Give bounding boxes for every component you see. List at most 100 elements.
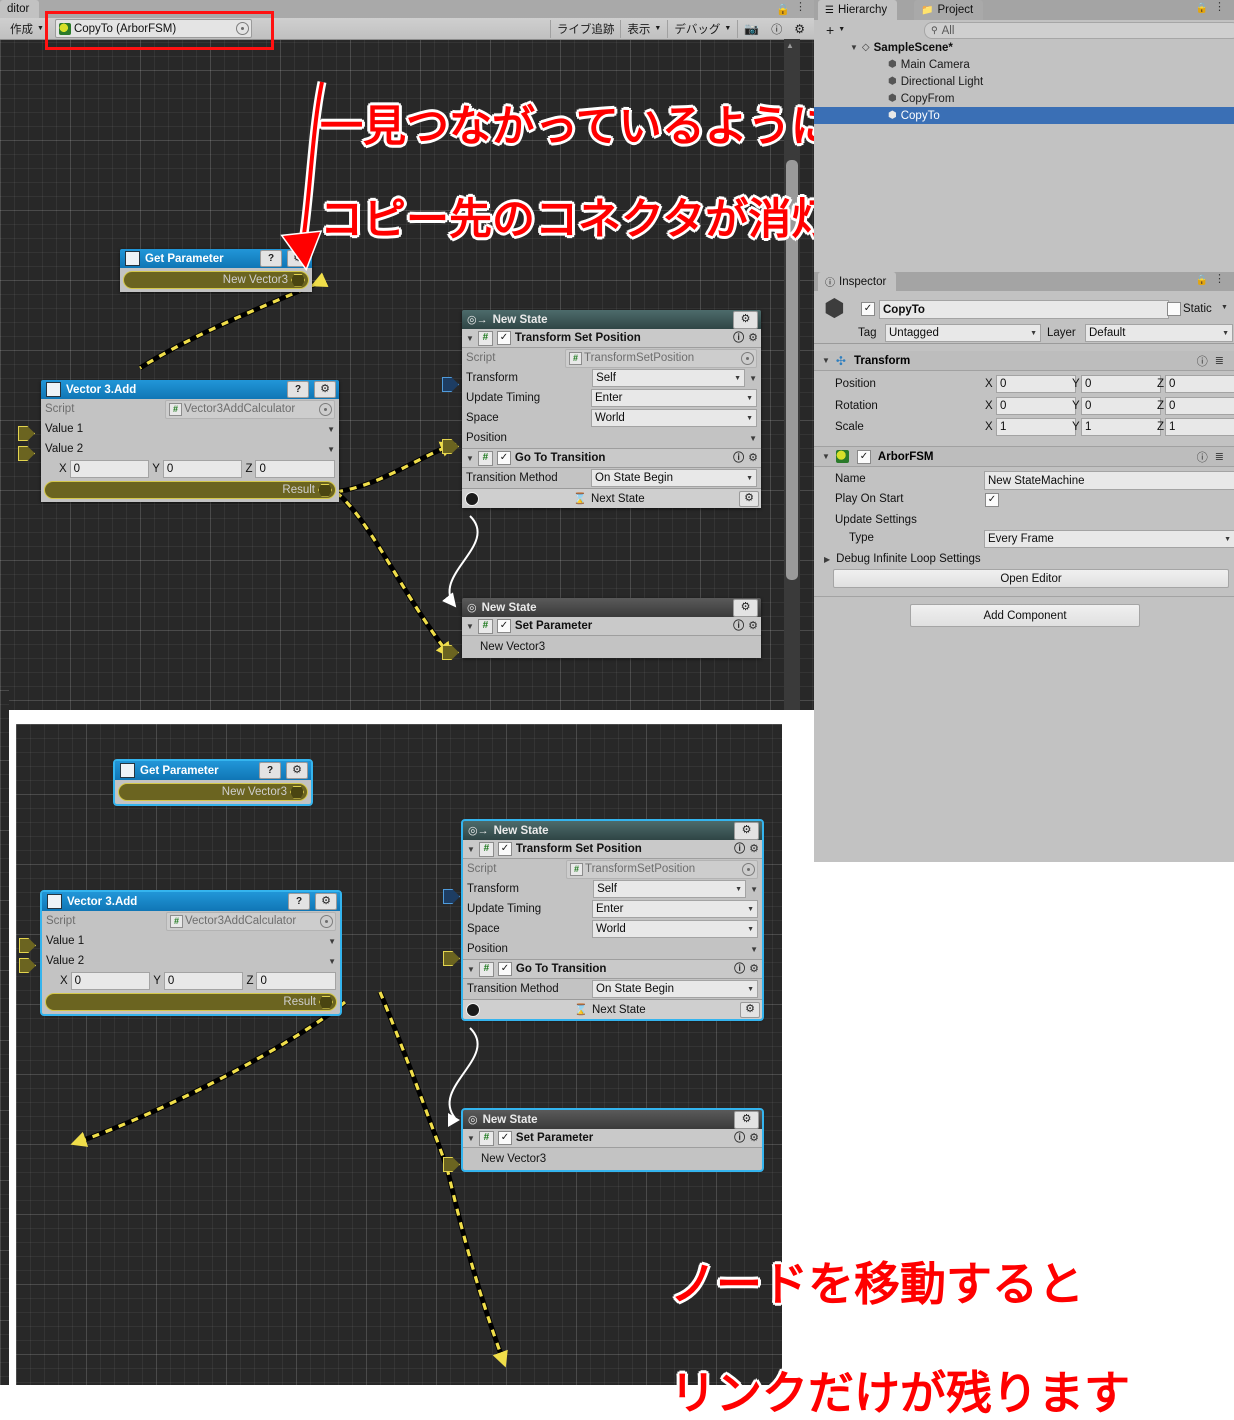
- chevron-down-icon[interactable]: ▼: [466, 622, 474, 631]
- gear-icon[interactable]: ⚙: [748, 621, 758, 632]
- behaviour-enabled-checkbox[interactable]: ✓: [498, 1131, 512, 1145]
- chevron-down-icon[interactable]: ▼: [749, 434, 757, 443]
- behaviour-enabled-checkbox[interactable]: ✓: [497, 331, 511, 345]
- gear-icon[interactable]: ⚙: [286, 762, 308, 779]
- help-icon[interactable]: ?: [288, 893, 310, 910]
- gear-icon[interactable]: ⚙: [749, 844, 759, 855]
- chevron-down-icon[interactable]: ▼: [822, 452, 830, 461]
- scroll-up-arrow-icon[interactable]: ▲: [786, 41, 794, 50]
- script-object-field[interactable]: # Vector3AddCalculator: [165, 400, 335, 419]
- help-icon[interactable]: ⓘ: [733, 453, 744, 464]
- tab-arbor-editor[interactable]: ditor: [0, 0, 39, 18]
- help-icon[interactable]: ⓘ: [733, 333, 744, 344]
- chevron-down-icon[interactable]: ▼: [466, 454, 474, 463]
- help-icon[interactable]: ?: [260, 250, 282, 267]
- position-x-input[interactable]: 0: [996, 375, 1076, 393]
- transition-next-state-slot[interactable]: ⌛ Next State ⚙: [462, 488, 761, 508]
- position-y-input[interactable]: 0: [1081, 375, 1161, 393]
- behaviour-header-go-to-transition[interactable]: ▼ # ✓ Go To Transition ⓘ ⚙: [462, 449, 761, 468]
- preset-icon[interactable]: ≣: [1215, 450, 1224, 463]
- play-on-start-checkbox[interactable]: ✓: [985, 493, 999, 507]
- update-type-dropdown[interactable]: Every Frame ▼: [984, 530, 1234, 548]
- update-timing-dropdown[interactable]: Enter ▼: [592, 900, 758, 918]
- chevron-down-icon[interactable]: ▼: [850, 43, 858, 52]
- settings-button[interactable]: ⚙: [788, 20, 811, 38]
- create-button[interactable]: 作成 ▼: [4, 20, 50, 38]
- lock-icon[interactable]: 🔒: [776, 3, 790, 16]
- position-z-input[interactable]: 0: [1165, 375, 1234, 393]
- tab-hierarchy[interactable]: ☰ Hierarchy: [818, 0, 897, 20]
- update-timing-dropdown[interactable]: Enter ▼: [591, 389, 757, 407]
- transition-method-dropdown[interactable]: On State Begin ▼: [591, 469, 757, 487]
- behaviour-header-go-to-transition[interactable]: ▼ # ✓ Go To Transition ⓘ ⚙: [463, 960, 762, 979]
- display-menu-button[interactable]: 表示 ▼: [620, 20, 667, 38]
- help-icon[interactable]: ?: [287, 381, 309, 398]
- behaviour-enabled-checkbox[interactable]: ✓: [497, 451, 511, 465]
- static-dropdown-icon[interactable]: ▼: [1221, 304, 1228, 311]
- help-icon[interactable]: ⓘ: [734, 844, 745, 855]
- node-get-parameter-bottom[interactable]: Get Parameter ? ⚙ New Vector3: [115, 761, 311, 804]
- value2-y-input[interactable]: 0: [164, 972, 244, 990]
- lock-icon[interactable]: 🔒: [1196, 3, 1208, 14]
- lock-icon[interactable]: 🔒: [1196, 275, 1208, 286]
- scale-x-input[interactable]: 1: [996, 418, 1076, 436]
- chevron-down-icon[interactable]: ▼: [467, 1134, 475, 1143]
- preset-icon[interactable]: ≣: [1215, 354, 1224, 367]
- component-transform-header[interactable]: ▼ ✣ Transform ⓘ ≣ ⋮: [814, 351, 1234, 371]
- layer-dropdown[interactable]: Default ▼: [1085, 324, 1233, 342]
- transition-connector-icon[interactable]: [466, 1003, 480, 1017]
- chevron-down-icon[interactable]: ▼: [467, 845, 475, 854]
- behaviour-header-set-parameter[interactable]: ▼ # ✓ Set Parameter ⓘ ⚙: [462, 617, 761, 636]
- chevron-down-icon[interactable]: ▼: [822, 356, 830, 365]
- script-object-field[interactable]: # Vector3AddCalculator: [166, 912, 336, 931]
- node-state-transform-set-position-bottom[interactable]: ◎→ New State ⚙ ▼ # ✓ Transform Set Posit…: [463, 821, 762, 1019]
- gear-icon[interactable]: ⚙: [734, 822, 759, 840]
- transition-method-dropdown[interactable]: On State Begin ▼: [592, 980, 758, 998]
- hierarchy-row-copyto[interactable]: ⬢ CopyTo: [814, 107, 1234, 124]
- scale-y-input[interactable]: 1: [1081, 418, 1161, 436]
- object-picker-icon[interactable]: [742, 863, 755, 876]
- output-slot-result[interactable]: Result: [44, 481, 336, 499]
- debug-loop-foldout[interactable]: ▶ Debug Infinite Loop Settings: [824, 553, 981, 565]
- chevron-down-icon[interactable]: ▼: [467, 965, 475, 974]
- object-picker-icon[interactable]: [319, 403, 332, 416]
- chevron-down-icon[interactable]: ▼: [328, 957, 336, 966]
- value2-x-input[interactable]: 0: [71, 972, 151, 990]
- tag-dropdown[interactable]: Untagged ▼: [885, 324, 1041, 342]
- rotation-x-input[interactable]: 0: [996, 397, 1076, 415]
- value2-z-input[interactable]: 0: [255, 460, 335, 478]
- chevron-right-icon[interactable]: ▶: [824, 555, 830, 564]
- behaviour-enabled-checkbox[interactable]: ✓: [498, 962, 512, 976]
- behaviour-header-transform-set-position[interactable]: ▼ # ✓ Transform Set Position ⓘ ⚙: [462, 329, 761, 348]
- chevron-down-icon[interactable]: ▼: [750, 945, 758, 954]
- chevron-down-icon[interactable]: ▼: [466, 334, 474, 343]
- kebab-menu-icon[interactable]: ⋮: [1214, 274, 1225, 285]
- chevron-down-icon[interactable]: ▼: [750, 885, 758, 894]
- connector-dot-icon[interactable]: [291, 274, 305, 287]
- object-picker-icon[interactable]: [320, 915, 333, 928]
- space-dropdown[interactable]: World ▼: [591, 409, 757, 427]
- node-state-set-parameter-bottom[interactable]: ◎ New State ⚙ ▼ # ✓ Set Parameter ⓘ ⚙ Ne…: [463, 1110, 762, 1170]
- transform-dropdown[interactable]: Self ▼: [593, 880, 746, 898]
- chevron-down-icon[interactable]: ▼: [328, 937, 336, 946]
- help-icon[interactable]: ⓘ: [733, 621, 744, 632]
- scale-z-input[interactable]: 1: [1165, 418, 1234, 436]
- hierarchy-add-button[interactable]: + ▼: [820, 21, 851, 39]
- transition-connector-icon[interactable]: [465, 492, 479, 506]
- behaviour-header-transform-set-position[interactable]: ▼ # ✓ Transform Set Position ⓘ ⚙: [463, 840, 762, 859]
- hierarchy-row-copyfrom[interactable]: ⬢ CopyFrom: [814, 90, 1234, 107]
- debug-menu-button[interactable]: デバッグ ▼: [667, 20, 737, 38]
- gear-icon[interactable]: ⚙: [740, 1002, 760, 1018]
- connector-dot-icon[interactable]: [319, 996, 333, 1009]
- connector-dot-icon[interactable]: [318, 484, 332, 497]
- connector-dot-icon[interactable]: [290, 786, 304, 799]
- kebab-menu-icon[interactable]: ⋮: [1214, 2, 1225, 13]
- hierarchy-row-main-camera[interactable]: ⬢ Main Camera: [814, 56, 1234, 73]
- behaviour-enabled-checkbox[interactable]: ✓: [498, 842, 512, 856]
- object-enabled-checkbox[interactable]: ✓: [861, 302, 875, 316]
- gear-icon[interactable]: ⚙: [739, 491, 759, 507]
- tab-project[interactable]: 📁 Project: [914, 0, 983, 20]
- hierarchy-row-directional-light[interactable]: ⬢ Directional Light: [814, 73, 1234, 90]
- value2-x-input[interactable]: 0: [70, 460, 150, 478]
- help-button[interactable]: ⓘ: [765, 20, 788, 38]
